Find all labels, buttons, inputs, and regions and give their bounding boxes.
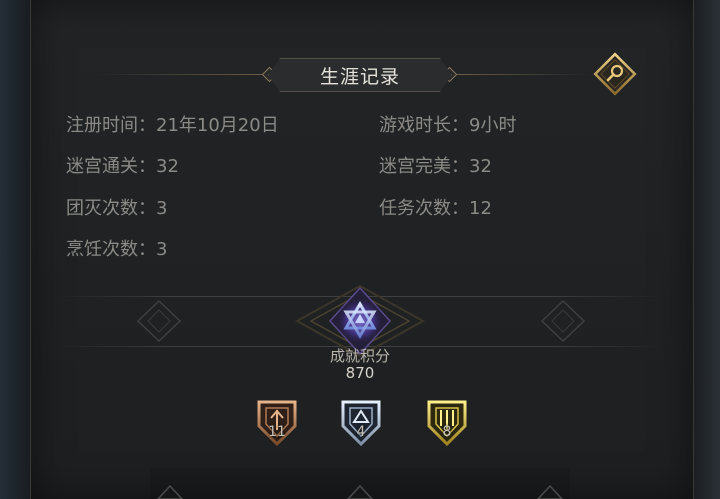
title-line-left <box>96 74 266 75</box>
background-right <box>690 0 720 499</box>
stat-label: 游戏时长： <box>379 115 469 136</box>
stat-value: 12 <box>469 198 492 219</box>
stat-maze-clear: 迷宫通关：32 <box>66 152 179 178</box>
stat-play-time: 游戏时长：9小时 <box>379 111 516 137</box>
stat-label: 烹饪次数： <box>66 239 156 260</box>
stat-value: 32 <box>469 156 492 177</box>
tab-marker-icon <box>346 484 374 499</box>
badge-bronze[interactable]: 11 <box>254 396 300 448</box>
stat-label: 团灭次数： <box>66 198 156 219</box>
stat-value: 21年10月20日 <box>156 115 279 136</box>
stat-label: 迷宫通关： <box>66 156 156 177</box>
stat-wipe-count: 团灭次数：3 <box>66 194 167 220</box>
stat-label: 任务次数： <box>379 198 469 219</box>
tab-marker-icon <box>536 484 564 499</box>
deco-diamond-right <box>540 299 586 343</box>
stat-value: 3 <box>156 239 168 260</box>
tab-marker-icon <box>156 484 184 499</box>
search-button[interactable] <box>590 49 640 99</box>
silver-shield-icon <box>341 400 381 447</box>
badge-silver[interactable]: 4 <box>338 396 384 448</box>
stat-label: 注册时间： <box>66 115 156 136</box>
stat-label: 迷宫完美： <box>379 156 469 177</box>
magnifier-icon <box>593 52 637 96</box>
title-line-right <box>452 74 592 75</box>
gold-shield-icon <box>427 400 467 447</box>
achievement-points: 870 <box>345 364 375 382</box>
bronze-shield-icon <box>257 400 297 447</box>
stat-maze-perfect: 迷宫完美：32 <box>379 152 492 178</box>
achievement-label: 成就积分 <box>329 347 390 365</box>
badge-count: 4 <box>356 424 366 440</box>
stat-register-time: 注册时间：21年10月20日 <box>66 111 279 137</box>
stat-value: 32 <box>156 156 179 177</box>
title-plate: 生涯记录 <box>268 58 452 92</box>
badge-count: 11 <box>268 424 286 440</box>
badge-count: 8 <box>442 424 452 440</box>
deco-diamond-left <box>136 299 182 343</box>
background-left <box>0 0 34 499</box>
stat-value: 9小时 <box>469 115 517 136</box>
stat-cooking-count: 烹饪次数：3 <box>66 235 167 261</box>
badge-gold[interactable]: 8 <box>424 396 470 448</box>
stat-quest-count: 任务次数：12 <box>379 194 492 220</box>
page-title: 生涯记录 <box>319 65 400 88</box>
stat-value: 3 <box>156 198 168 219</box>
